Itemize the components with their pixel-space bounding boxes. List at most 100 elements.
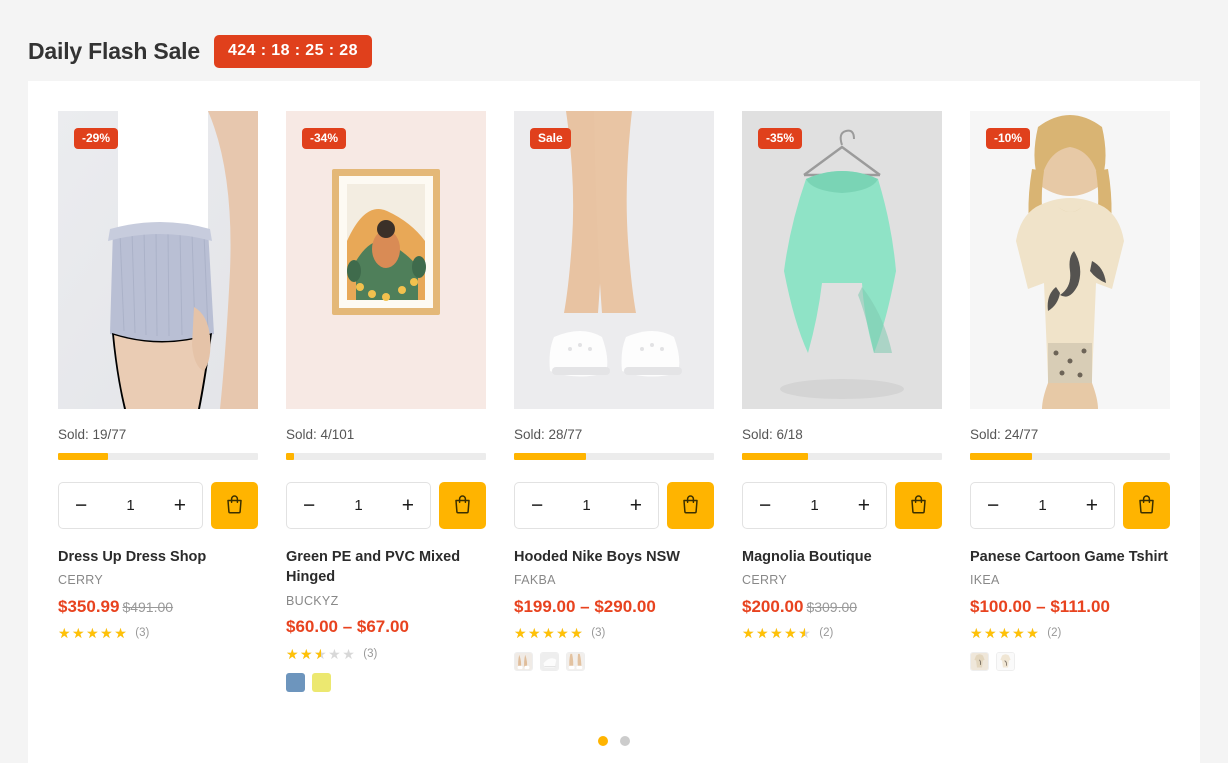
sold-count: Sold: 6/18 [742,427,803,442]
sold-progress-bar [58,452,258,460]
variant-swatches [514,652,714,672]
sold-count: Sold: 19/77 [58,427,127,442]
quantity-value: 1 [126,496,135,514]
color-swatch[interactable] [286,672,305,692]
variant-thumbnail[interactable] [540,652,559,672]
product-image[interactable]: -34% [286,111,486,409]
quantity-decrement-button[interactable]: − [757,495,773,516]
quantity-increment-button[interactable]: + [856,495,872,516]
quantity-decrement-button[interactable]: − [985,495,1001,516]
variant-thumbnail[interactable] [566,652,585,672]
product-price: $200.00 $309.00 [742,597,942,617]
current-price: $350.99 [58,596,120,616]
product-title[interactable]: Panese Cartoon Game Tshirt [970,547,1170,568]
quantity-increment-button[interactable]: + [400,495,416,516]
sold-progress-bar [514,452,714,460]
quantity-decrement-button[interactable]: − [301,495,317,516]
quantity-stepper[interactable]: − 1 + [742,481,887,529]
discount-badge: -34% [302,128,347,149]
quantity-stepper[interactable]: − 1 + [970,481,1115,529]
add-to-cart-button[interactable] [667,481,714,529]
product-vendor: CERRY [58,573,104,588]
star-rating: ★★★★★ ★★★★★ [514,625,585,642]
sold-progress-bar [286,452,486,460]
product-image[interactable]: -10% [970,111,1170,409]
quantity-stepper[interactable]: − 1 + [514,481,659,529]
star-rating: ★★★★★ ★★★★★ [286,645,357,662]
product-price: $199.00 – $290.00 [514,597,714,617]
quantity-stepper[interactable]: − 1 + [286,481,431,529]
purchase-row: − 1 + [514,481,714,529]
quantity-increment-button[interactable]: + [172,495,188,516]
quantity-stepper[interactable]: − 1 + [58,481,203,529]
discount-badge: -10% [986,128,1031,149]
variant-thumbnail[interactable] [970,652,989,672]
product-vendor: FAKBA [514,573,556,588]
page-title: Daily Flash Sale [28,38,200,64]
product-card[interactable]: -29% Sold: 19/77 − 1 + Dress Up Dress Sh… [58,111,258,692]
variant-thumbnail[interactable] [514,652,533,672]
star-rating: ★★★★★ ★★★★★ [742,625,813,642]
quantity-value: 1 [1038,496,1047,514]
purchase-row: − 1 + [58,481,258,529]
quantity-value: 1 [810,496,819,514]
variant-swatches [286,672,486,692]
product-vendor: IKEA [970,573,1000,588]
add-to-cart-button[interactable] [211,481,258,529]
product-title[interactable]: Green PE and PVC Mixed Hinged [286,547,486,588]
product-vendor: BUCKYZ [286,593,339,608]
product-image[interactable]: -29% [58,111,258,409]
quantity-decrement-button[interactable]: − [73,495,89,516]
current-price: $100.00 – $111.00 [970,596,1110,616]
discount-badge: -29% [74,128,119,149]
quantity-decrement-button[interactable]: − [529,495,545,516]
rating-count: (2) [819,627,834,640]
original-price: $491.00 [122,598,174,615]
discount-badge: -35% [758,128,803,149]
quantity-increment-button[interactable]: + [628,495,644,516]
product-title[interactable]: Hooded Nike Boys NSW [514,547,714,568]
add-to-cart-button[interactable] [439,481,486,529]
pagination-dot[interactable] [598,736,608,746]
color-swatch[interactable] [312,672,331,692]
purchase-row: − 1 + [742,481,942,529]
rating-row: ★★★★★ ★★★★★ (2) [742,626,942,640]
product-carousel: -29% Sold: 19/77 − 1 + Dress Up Dress Sh… [28,81,1200,692]
product-title[interactable]: Dress Up Dress Shop [58,547,258,568]
sold-progress-fill [970,452,1032,460]
sold-progress-fill [742,452,808,460]
shopping-bag-icon [1137,494,1156,517]
product-price: $350.99 $491.00 [58,596,258,617]
star-rating: ★★★★★ ★★★★★ [58,625,129,642]
quantity-increment-button[interactable]: + [1084,495,1100,516]
rating-row: ★★★★★ ★★★★★ (2) [970,626,1170,640]
variant-swatches [970,652,1170,672]
pagination-dot[interactable] [620,736,630,746]
product-vendor: CERRY [742,573,788,588]
rating-row: ★★★★★ ★★★★★ (3) [514,626,714,640]
countdown-timer: 424 : 18 : 25 : 28 [213,35,372,68]
product-image[interactable]: -35% [742,111,942,409]
product-price: $100.00 – $111.00 [970,596,1170,617]
shopping-bag-icon [225,494,244,517]
rating-count: (3) [363,647,378,660]
shopping-bag-icon [681,494,700,517]
quantity-value: 1 [354,496,363,514]
shopping-bag-icon [453,494,472,517]
product-title[interactable]: Magnolia Boutique [742,547,942,568]
sold-progress-fill [286,452,294,460]
add-to-cart-button[interactable] [895,481,942,529]
variant-thumbnail[interactable] [996,652,1015,672]
add-to-cart-button[interactable] [1123,481,1170,529]
product-card[interactable]: Sale Sold: 28/77 − 1 + Hooded Nike Boys … [514,111,714,692]
product-image[interactable]: Sale [514,111,714,409]
sold-count: Sold: 28/77 [514,427,583,442]
carousel-pagination [28,736,1200,746]
product-card[interactable]: -10% Sold: 24/77 − 1 + Panese Cartoon Ga… [970,111,1170,692]
product-card[interactable]: -35% Sold: 6/18 − 1 + Magnolia Boutique … [742,111,942,692]
discount-badge: Sale [530,128,571,149]
rating-row: ★★★★★ ★★★★★ (3) [58,626,258,640]
current-price: $60.00 – $67.00 [286,617,409,637]
product-card[interactable]: -34% Sold: 4/101 − 1 + Green PE and PVC … [286,111,486,692]
flash-sale-panel: -29% Sold: 19/77 − 1 + Dress Up Dress Sh… [28,81,1200,763]
